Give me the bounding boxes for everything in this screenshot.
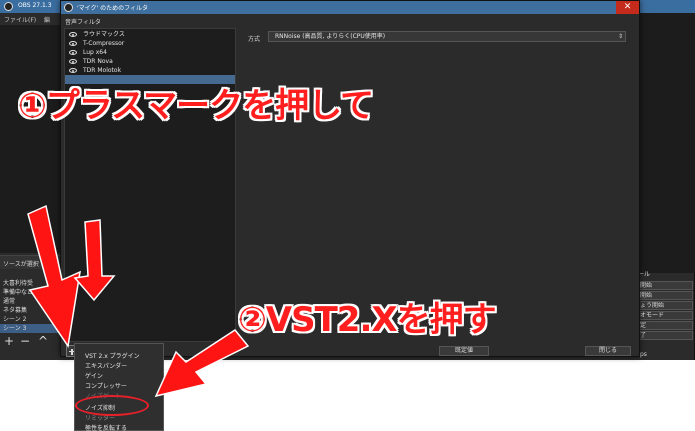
sources-panel-header: ソースが選択 — [0, 255, 62, 269]
eye-icon[interactable] — [69, 32, 77, 37]
eye-icon[interactable] — [69, 59, 77, 64]
method-select-value: RNNoise (高品質, よりらく(CPU使用率) — [275, 33, 386, 40]
eye-icon[interactable] — [69, 41, 77, 46]
scene-item[interactable]: ネタ募集 — [0, 306, 62, 315]
obs-logo-icon — [64, 3, 73, 12]
studio-mode-button[interactable]: オモード — [638, 311, 693, 320]
start-virtualcam-button[interactable]: ょう開始 — [638, 301, 693, 310]
exit-button[interactable]: 了 — [638, 331, 693, 340]
menu-item-vst2[interactable]: VST 2.x プラグイン — [85, 351, 140, 360]
filter-item-label: TDR Nova — [83, 58, 113, 65]
start-streaming-button[interactable]: 開始 — [638, 281, 693, 290]
eye-icon[interactable] — [69, 68, 77, 73]
controls-panel: ール 開始 開始 ょう開始 オモード 定 了 — [636, 270, 695, 341]
filters-dialog-titlebar: 'マイク' のためのフィルタ ✕ — [61, 1, 639, 14]
defaults-button[interactable]: 既定値 — [439, 346, 489, 356]
scene-item[interactable]: 準備中など — [0, 288, 62, 297]
eye-icon[interactable] — [69, 50, 77, 55]
filters-dialog-title: 'マイク' のためのフィルタ — [77, 5, 148, 12]
scene-item-selected[interactable]: シーン 3 — [0, 324, 62, 333]
obs-window-title: OBS 27.1.3 — [18, 2, 52, 9]
method-select[interactable]: RNNoise (高品質, よりらく(CPU使用率) ⇕ — [268, 31, 626, 42]
scene-item[interactable]: シーン 2 — [0, 315, 62, 324]
scene-toolbar: + − ^ — [2, 335, 62, 347]
remove-scene-button[interactable]: − — [20, 335, 30, 347]
filter-item[interactable]: TDR Molotok — [65, 66, 235, 75]
close-icon[interactable]: ✕ — [616, 1, 639, 14]
menu-item-compressor[interactable]: コンプレッサー — [85, 381, 127, 390]
method-label: 方式 — [248, 36, 261, 43]
menu-item-invert-polarity[interactable]: 極性を反転する — [85, 423, 127, 431]
menu-file[interactable]: ファイル(F) — [4, 15, 36, 24]
annotation-step-2: ②VST2.Xを押す — [238, 300, 497, 340]
scene-item[interactable]: 通常 — [0, 297, 62, 306]
obs-logo-icon — [4, 2, 13, 11]
filter-list: ラウドマックス T-Compressor Lup x64 TDR Nova TD… — [64, 28, 236, 342]
filter-item[interactable]: Lup x64 — [65, 48, 235, 57]
start-recording-button[interactable]: 開始 — [638, 291, 693, 300]
add-filter-menu: VST 2.x プラグイン エキスパンダー ゲイン コンプレッサー ノイズゲート… — [74, 343, 164, 431]
filter-item[interactable]: ラウドマックス — [65, 30, 235, 39]
menu-item-gain[interactable]: ゲイン — [85, 371, 103, 380]
settings-button[interactable]: 定 — [638, 321, 693, 330]
obs-menubar: ファイル(F) 編 — [0, 13, 62, 25]
menu-item-expander[interactable]: エキスパンダー — [85, 361, 127, 370]
obs-right-panel — [636, 13, 695, 273]
close-button[interactable]: 閉じる — [585, 346, 631, 356]
fps-readout: ps — [640, 351, 647, 358]
controls-header: ール — [638, 271, 651, 278]
filter-item-label: T-Compressor — [83, 40, 125, 47]
filter-item-label: TDR Molotok — [83, 67, 122, 74]
scene-item[interactable]: 大喜利待受 — [0, 279, 62, 288]
filter-item[interactable]: TDR Nova — [65, 57, 235, 66]
filter-item-label: ラウドマックス — [83, 31, 125, 38]
scene-list: 大喜利待受 準備中など 通常 ネタ募集 シーン 2 シーン 3 — [0, 279, 62, 333]
audio-filters-label: 音声フィルタ — [65, 19, 101, 26]
filter-item[interactable]: T-Compressor — [65, 39, 235, 48]
obs-preview-panel — [0, 25, 62, 253]
filter-item-label: Lup x64 — [83, 49, 107, 56]
chevron-updown-icon: ⇕ — [617, 33, 623, 40]
highlight-circle — [75, 395, 149, 416]
add-scene-button[interactable]: + — [4, 335, 14, 347]
move-up-button[interactable]: ^ — [38, 335, 48, 347]
sources-header-label: ソースが選択 — [3, 261, 39, 268]
menu-edit[interactable]: 編 — [44, 15, 50, 24]
annotation-step-1: ①プラスマークを押して — [18, 86, 374, 126]
